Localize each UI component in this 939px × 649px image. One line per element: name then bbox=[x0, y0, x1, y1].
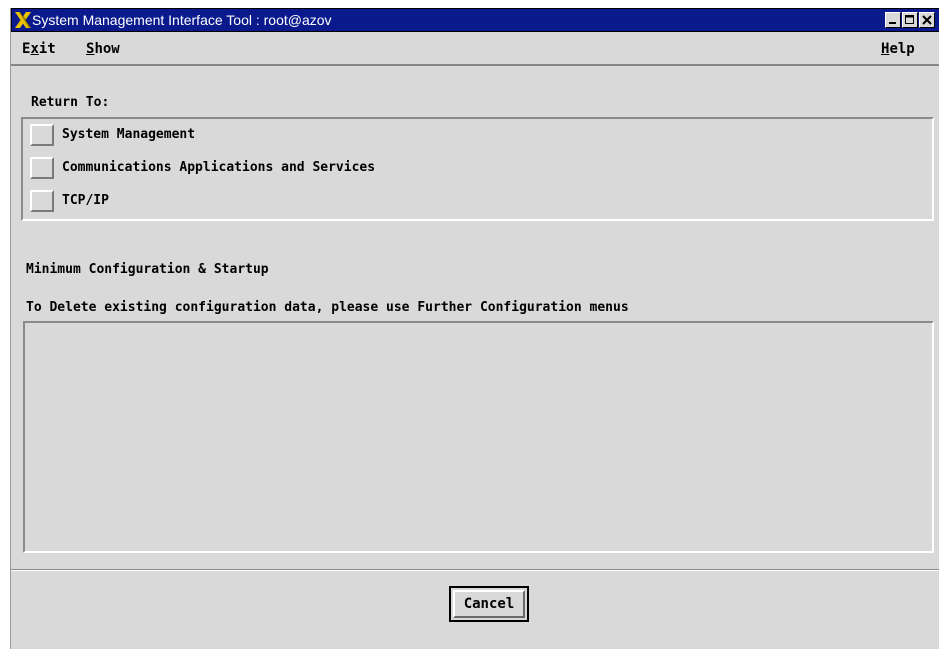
return-to-frame: System Management Communications Applica… bbox=[21, 117, 934, 221]
return-button[interactable] bbox=[30, 157, 54, 179]
menu-show[interactable]: Show bbox=[86, 41, 120, 57]
return-button[interactable] bbox=[30, 124, 54, 146]
menu-exit-mnemonic: x bbox=[30, 41, 39, 57]
minimize-button[interactable] bbox=[885, 12, 901, 28]
menu-help-text-2: elp bbox=[889, 41, 915, 57]
menu-bar: Exit Show Help bbox=[11, 32, 939, 66]
section-heading: Minimum Configuration & Startup bbox=[26, 262, 269, 277]
close-button[interactable] bbox=[919, 12, 935, 28]
footer-separator bbox=[11, 569, 939, 571]
cancel-default-frame: Cancel bbox=[449, 586, 529, 622]
minimize-icon bbox=[889, 22, 896, 24]
menu-show-text-2: how bbox=[94, 41, 120, 57]
maximize-button[interactable] bbox=[902, 12, 918, 28]
menu-exit-text-2: it bbox=[38, 41, 56, 57]
menu-exit[interactable]: Exit bbox=[22, 41, 56, 57]
close-icon bbox=[922, 15, 932, 25]
x-logo-icon bbox=[15, 12, 31, 28]
smit-window: System Management Interface Tool : root@… bbox=[10, 8, 939, 649]
window-title: System Management Interface Tool : root@… bbox=[32, 12, 332, 28]
return-item-label: Communications Applications and Services bbox=[62, 160, 376, 175]
title-bar[interactable]: System Management Interface Tool : root@… bbox=[11, 8, 939, 32]
return-to-label: Return To: bbox=[31, 95, 110, 110]
return-item-label: System Management bbox=[62, 127, 196, 142]
return-button[interactable] bbox=[30, 190, 54, 212]
cancel-button[interactable]: Cancel bbox=[453, 590, 525, 618]
maximize-icon bbox=[905, 15, 914, 24]
content-list-area[interactable] bbox=[23, 321, 934, 553]
instruction-text: To Delete existing configuration data, p… bbox=[26, 300, 629, 315]
return-item-label: TCP/IP bbox=[62, 193, 109, 208]
menu-help[interactable]: Help bbox=[881, 41, 915, 57]
